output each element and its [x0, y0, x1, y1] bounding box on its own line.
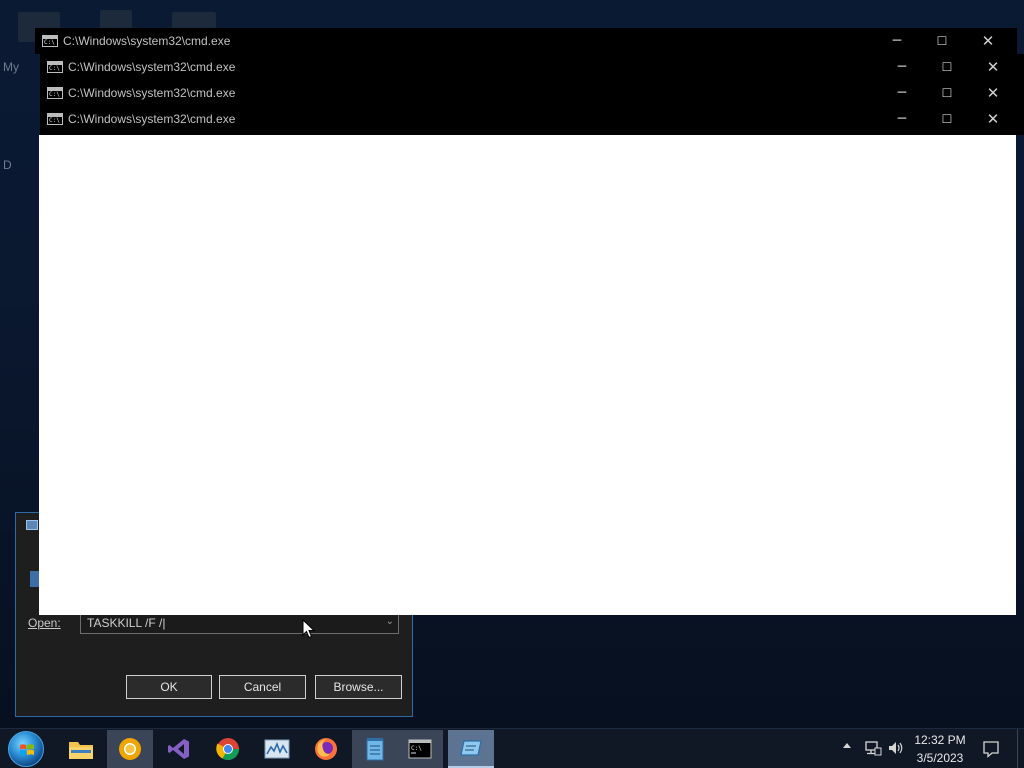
cmd-icon: [47, 61, 63, 73]
taskbar-visual-studio[interactable]: [156, 730, 202, 768]
maximize-button[interactable]: ☐: [931, 31, 953, 51]
svg-text:C:\: C:\: [411, 745, 422, 752]
minimize-button[interactable]: ─: [891, 57, 913, 77]
visual-studio-icon: [168, 739, 189, 759]
start-button[interactable]: [8, 731, 44, 767]
ok-button[interactable]: OK: [126, 675, 212, 699]
open-combobox[interactable]: TASKKILL /F /| ⌄: [80, 612, 399, 634]
taskbar-notepad[interactable]: [352, 730, 398, 768]
window-title: C:\Windows\system32\cmd.exe: [68, 60, 236, 74]
folder-icon: [69, 742, 93, 759]
chevron-up-icon[interactable]: [843, 743, 851, 748]
run-icon: [460, 740, 482, 756]
window-title: C:\Windows\system32\cmd.exe: [68, 86, 236, 100]
desktop-label: My: [3, 60, 19, 74]
open-input-value[interactable]: TASKKILL /F /|: [87, 616, 165, 630]
taskbar-chrome-canary[interactable]: [107, 730, 153, 768]
taskbar-file-explorer[interactable]: [58, 730, 104, 768]
cmd-window-titlebar[interactable]: C:\Windows\system32\cmd.exe ─ ☐ ✕: [40, 54, 1024, 80]
cmd-icon: C:\: [408, 739, 432, 759]
cmd-window-titlebar[interactable]: C:\Windows\system32\cmd.exe ─ ☐ ✕: [35, 28, 1017, 54]
open-label: Open:: [28, 616, 61, 630]
chevron-down-icon[interactable]: ⌄: [386, 616, 394, 627]
maximize-button[interactable]: ☐: [936, 109, 958, 129]
close-button[interactable]: ✕: [977, 31, 999, 51]
taskbar-chrome[interactable]: [205, 730, 251, 768]
maximize-button[interactable]: ☐: [936, 83, 958, 103]
clock-time: 12:32 PM: [914, 733, 966, 747]
minimize-button[interactable]: ─: [891, 109, 913, 129]
taskbar-cmd[interactable]: C:\: [397, 730, 443, 768]
resource-monitor-icon: [264, 739, 290, 759]
firefox-icon: [315, 738, 337, 760]
show-desktop-button[interactable]: [1017, 729, 1024, 768]
close-button[interactable]: ✕: [982, 57, 1004, 77]
close-button[interactable]: ✕: [982, 83, 1004, 103]
cancel-button[interactable]: Cancel: [219, 675, 306, 699]
taskbar: C:\ 12:32 PM 3/5/2023: [0, 728, 1024, 768]
minimize-button[interactable]: ─: [886, 31, 908, 51]
browse-button[interactable]: Browse...: [315, 675, 402, 699]
cmd-window-titlebar[interactable]: C:\Windows\system32\cmd.exe ─ ☐ ✕: [40, 80, 1024, 106]
close-button[interactable]: ✕: [982, 109, 1004, 129]
taskbar-firefox[interactable]: [303, 730, 349, 768]
cmd-window-titlebar[interactable]: C:\Windows\system32\cmd.exe ─ ☐ ✕: [40, 106, 1024, 135]
chrome-icon: [216, 738, 239, 760]
maximize-button[interactable]: ☐: [936, 57, 958, 77]
cmd-icon: [47, 113, 63, 125]
window-title: C:\Windows\system32\cmd.exe: [68, 112, 236, 126]
network-icon[interactable]: [864, 739, 882, 757]
clock[interactable]: 12:32 PM 3/5/2023: [905, 731, 975, 767]
notification-icon[interactable]: [982, 740, 1000, 758]
cmd-icon: [42, 35, 58, 47]
notepad-icon: [366, 738, 384, 761]
taskbar-resource-monitor[interactable]: [254, 730, 300, 768]
desktop-label: D: [3, 158, 12, 172]
chrome-canary-icon: [119, 738, 141, 760]
run-icon: [26, 520, 38, 530]
window-title: C:\Windows\system32\cmd.exe: [63, 34, 231, 48]
volume-icon[interactable]: [887, 739, 905, 757]
clock-date: 3/5/2023: [916, 751, 964, 765]
cmd-icon: [47, 87, 63, 99]
taskbar-run[interactable]: [448, 730, 494, 768]
mouse-cursor-icon: [302, 619, 316, 639]
windows-logo-icon: [20, 744, 34, 755]
cmd-window-content[interactable]: [39, 135, 1016, 615]
minimize-button[interactable]: ─: [891, 83, 913, 103]
